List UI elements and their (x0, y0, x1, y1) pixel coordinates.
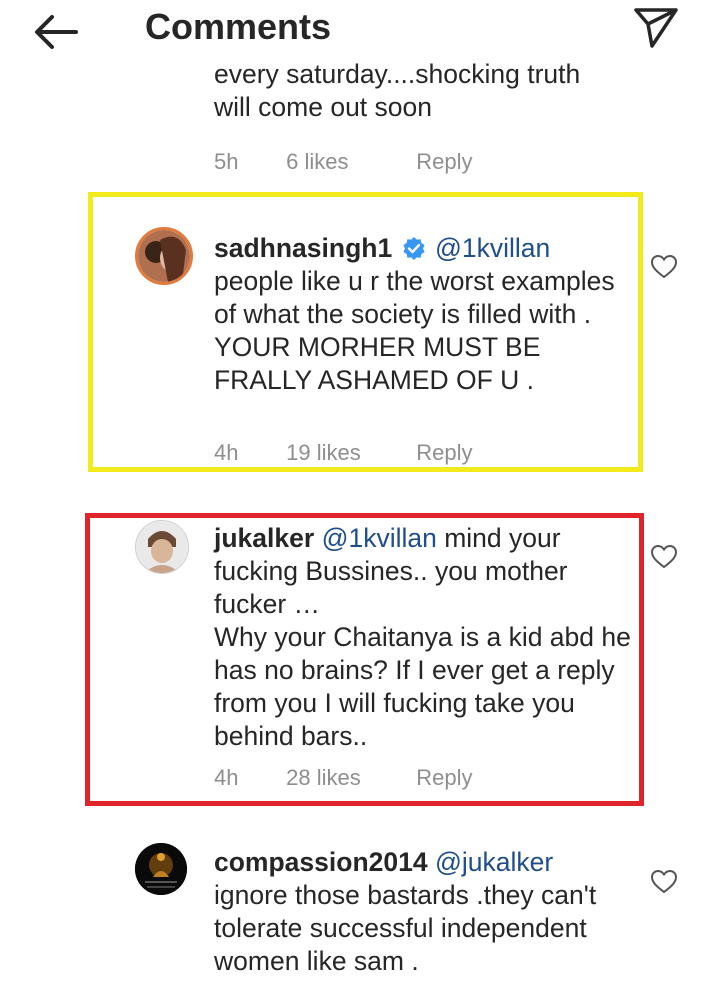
likes-count[interactable]: 28 likes (286, 765, 410, 791)
avatar[interactable] (135, 227, 193, 285)
arrow-left-icon (35, 15, 78, 49)
comment-text-line: will come out soon (214, 92, 432, 122)
comment-mention[interactable]: @1kvillan (435, 233, 550, 263)
comment-meta: 5h 6 likes Reply (214, 149, 473, 175)
comments-list[interactable]: every saturday....shocking truth will co… (0, 62, 720, 988)
comment-username[interactable]: sadhnasingh1 (214, 233, 392, 263)
comment-time: 4h (214, 440, 239, 465)
comment-body-continued: Why your Chaitanya is a kid abd he has n… (214, 622, 631, 751)
comment-mention[interactable]: @1kvillan (322, 523, 437, 553)
comment-meta: 4h 19 likes Reply (214, 440, 473, 466)
like-button[interactable] (650, 254, 678, 280)
send-button[interactable] (630, 6, 682, 50)
like-button[interactable] (650, 544, 678, 570)
likes-count[interactable]: 19 likes (286, 440, 410, 466)
verified-badge-icon (402, 237, 425, 260)
header-bar: Comments (0, 0, 720, 62)
avatar[interactable] (135, 843, 187, 895)
back-button[interactable] (30, 10, 82, 54)
comment-text: compassion2014 @jukalker ignore those ba… (214, 846, 634, 978)
reply-button[interactable]: Reply (416, 149, 472, 175)
comment-text-line: every saturday....shocking truth (214, 62, 581, 89)
comment-time: 5h (214, 149, 239, 174)
avatar[interactable] (135, 520, 189, 574)
comment-text: every saturday....shocking truth will co… (214, 62, 634, 124)
reply-button[interactable]: Reply (416, 440, 472, 466)
like-button[interactable] (650, 869, 678, 895)
comment-text: sadhnasingh1 @1kvillan people like u r t… (214, 232, 634, 397)
comment-username[interactable]: jukalker (214, 523, 314, 553)
heart-outline-icon (650, 869, 678, 894)
heart-outline-icon (650, 544, 678, 569)
likes-count[interactable]: 6 likes (286, 149, 410, 175)
comment-meta: 4h 28 likes Reply (214, 765, 473, 791)
paper-plane-icon (634, 8, 678, 48)
page-title: Comments (145, 6, 332, 47)
comment-body: ignore those bastards .they can't tolera… (214, 880, 597, 976)
reply-button[interactable]: Reply (416, 765, 472, 791)
comment-mention[interactable]: @jukalker (435, 847, 553, 877)
comment-text: jukalker @1kvillan mind your fucking Bus… (214, 522, 634, 753)
comment-time: 4h (214, 765, 239, 790)
comment-username[interactable]: compassion2014 (214, 847, 428, 877)
heart-outline-icon (650, 254, 678, 279)
comment-body: people like u r the worst examples of wh… (214, 266, 615, 395)
